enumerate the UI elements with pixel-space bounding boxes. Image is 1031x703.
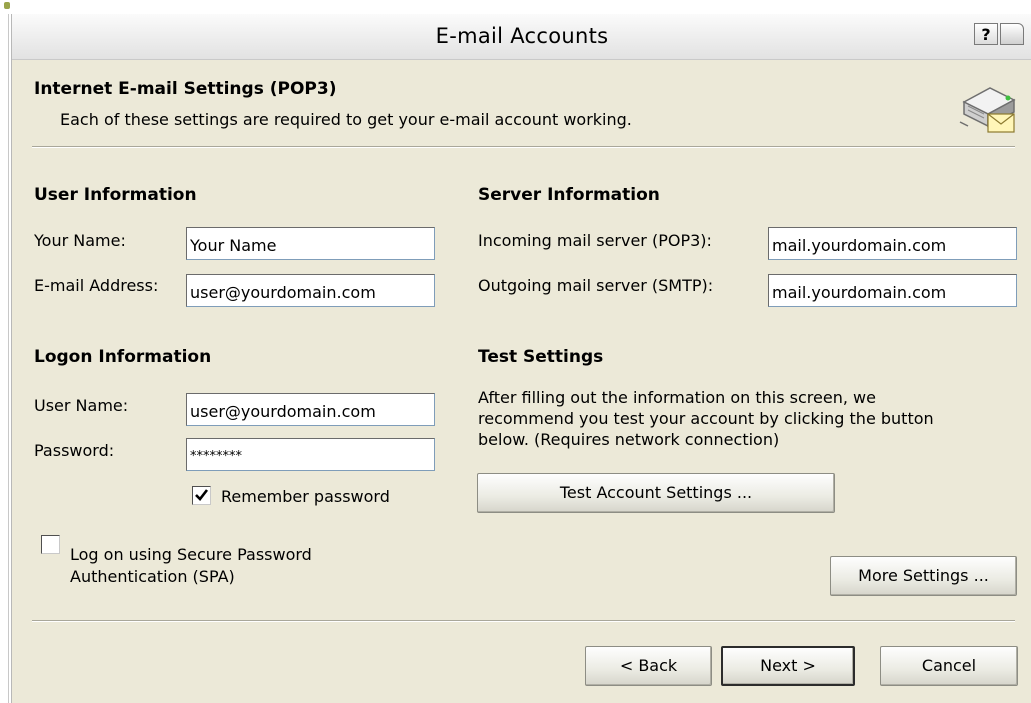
user-name-label: User Name:	[34, 396, 129, 415]
test-desc-line2: recommend you test your account by click…	[478, 409, 934, 428]
test-account-settings-button[interactable]: Test Account Settings ...	[477, 473, 835, 513]
test-desc-line3: below. (Requires network connection)	[478, 430, 780, 449]
password-label: Password:	[34, 441, 115, 460]
outgoing-server-label: Outgoing mail server (SMTP):	[478, 276, 714, 295]
spa-label[interactable]: Log on using Secure Password Authenticat…	[70, 544, 312, 588]
test-desc-line1: After filling out the information on thi…	[478, 388, 876, 407]
help-button[interactable]: ?	[974, 23, 998, 45]
email-address-field[interactable]: user@yourdomain.com	[186, 274, 435, 307]
title-bar: E-mail Accounts ?	[12, 14, 1031, 60]
corner-marker	[4, 2, 10, 9]
your-name-label: Your Name:	[34, 231, 126, 250]
spa-label-line1: Log on using Secure Password	[70, 545, 312, 564]
your-name-field[interactable]: Your Name	[186, 227, 435, 260]
email-accounts-dialog: E-mail Accounts ? Internet E-mail Settin…	[11, 14, 1031, 703]
next-button[interactable]: Next >	[721, 646, 855, 686]
page-title: Internet E-mail Settings (POP3)	[34, 79, 337, 99]
window-title: E-mail Accounts	[435, 24, 609, 48]
close-button[interactable]	[1000, 23, 1024, 45]
back-button[interactable]: < Back	[585, 646, 712, 686]
server-info-heading: Server Information	[478, 185, 660, 205]
user-info-heading: User Information	[34, 185, 197, 205]
test-settings-description: After filling out the information on thi…	[478, 387, 998, 450]
header-separator	[32, 146, 1015, 148]
window-edge	[8, 14, 9, 703]
spa-checkbox[interactable]	[41, 535, 60, 554]
email-address-label: E-mail Address:	[34, 276, 159, 295]
page-subtitle: Each of these settings are required to g…	[60, 110, 632, 129]
remember-password-label[interactable]: Remember password	[221, 487, 390, 506]
mail-server-icon	[959, 87, 1016, 133]
logon-info-heading: Logon Information	[34, 347, 212, 367]
incoming-server-label: Incoming mail server (POP3):	[478, 231, 712, 250]
more-settings-button[interactable]: More Settings ...	[830, 556, 1017, 596]
outgoing-server-field[interactable]: mail.yourdomain.com	[768, 274, 1017, 307]
cancel-button[interactable]: Cancel	[880, 646, 1018, 686]
remember-password-checkbox[interactable]	[192, 486, 211, 505]
incoming-server-field[interactable]: mail.yourdomain.com	[768, 227, 1017, 260]
spa-label-line2: Authentication (SPA)	[70, 567, 235, 586]
footer-separator	[32, 620, 1015, 622]
checkmark-icon	[195, 489, 209, 501]
user-name-field[interactable]: user@yourdomain.com	[186, 393, 435, 426]
password-field[interactable]: ********	[186, 438, 435, 471]
test-settings-heading: Test Settings	[478, 347, 604, 367]
